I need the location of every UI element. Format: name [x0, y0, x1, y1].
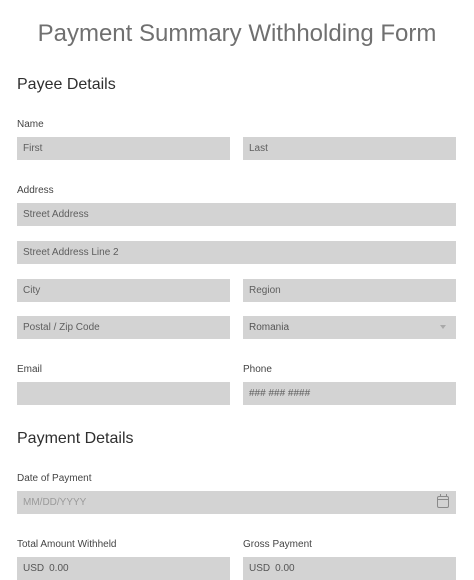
- first-name-field[interactable]: [17, 137, 230, 160]
- phone-input[interactable]: [249, 388, 450, 399]
- total-withheld-value[interactable]: 0.00: [49, 563, 68, 574]
- gross-payment-field[interactable]: USD 0.00: [243, 557, 456, 580]
- street-address-line2-input[interactable]: [23, 247, 450, 258]
- name-label: Name: [17, 119, 44, 130]
- gross-payment-value[interactable]: 0.00: [275, 563, 294, 574]
- email-label: Email: [17, 364, 43, 375]
- region-field[interactable]: [243, 279, 456, 302]
- gross-payment-label: Gross Payment: [243, 539, 312, 550]
- street-address-field[interactable]: [17, 203, 456, 226]
- chevron-down-icon: [440, 325, 446, 329]
- address-label: Address: [17, 185, 54, 196]
- total-withheld-label: Total Amount Withheld: [17, 539, 117, 550]
- postal-code-input[interactable]: [23, 322, 224, 333]
- currency-prefix: USD: [23, 563, 45, 574]
- city-field[interactable]: [17, 279, 230, 302]
- last-name-field[interactable]: [243, 137, 456, 160]
- date-of-payment-input[interactable]: [23, 497, 450, 508]
- country-value: Romania: [249, 322, 290, 333]
- payee-details-heading: Payee Details: [17, 76, 116, 93]
- last-name-input[interactable]: [249, 143, 450, 154]
- phone-field[interactable]: [243, 382, 456, 405]
- calendar-icon[interactable]: [437, 494, 449, 508]
- street-address-line2-field[interactable]: [17, 241, 456, 264]
- date-of-payment-field[interactable]: [17, 491, 456, 514]
- currency-prefix: USD: [249, 563, 271, 574]
- postal-code-field[interactable]: [17, 316, 230, 339]
- phone-label: Phone: [243, 364, 272, 375]
- email-field[interactable]: [17, 382, 230, 405]
- date-of-payment-label: Date of Payment: [17, 473, 92, 484]
- street-address-input[interactable]: [23, 209, 450, 220]
- region-input[interactable]: [249, 285, 450, 296]
- first-name-input[interactable]: [23, 143, 224, 154]
- city-input[interactable]: [23, 285, 224, 296]
- country-select[interactable]: Romania: [243, 316, 456, 339]
- payment-details-heading: Payment Details: [17, 430, 134, 447]
- total-withheld-field[interactable]: USD 0.00: [17, 557, 230, 580]
- form-title: Payment Summary Withholding Form: [37, 20, 437, 47]
- email-input[interactable]: [23, 388, 224, 399]
